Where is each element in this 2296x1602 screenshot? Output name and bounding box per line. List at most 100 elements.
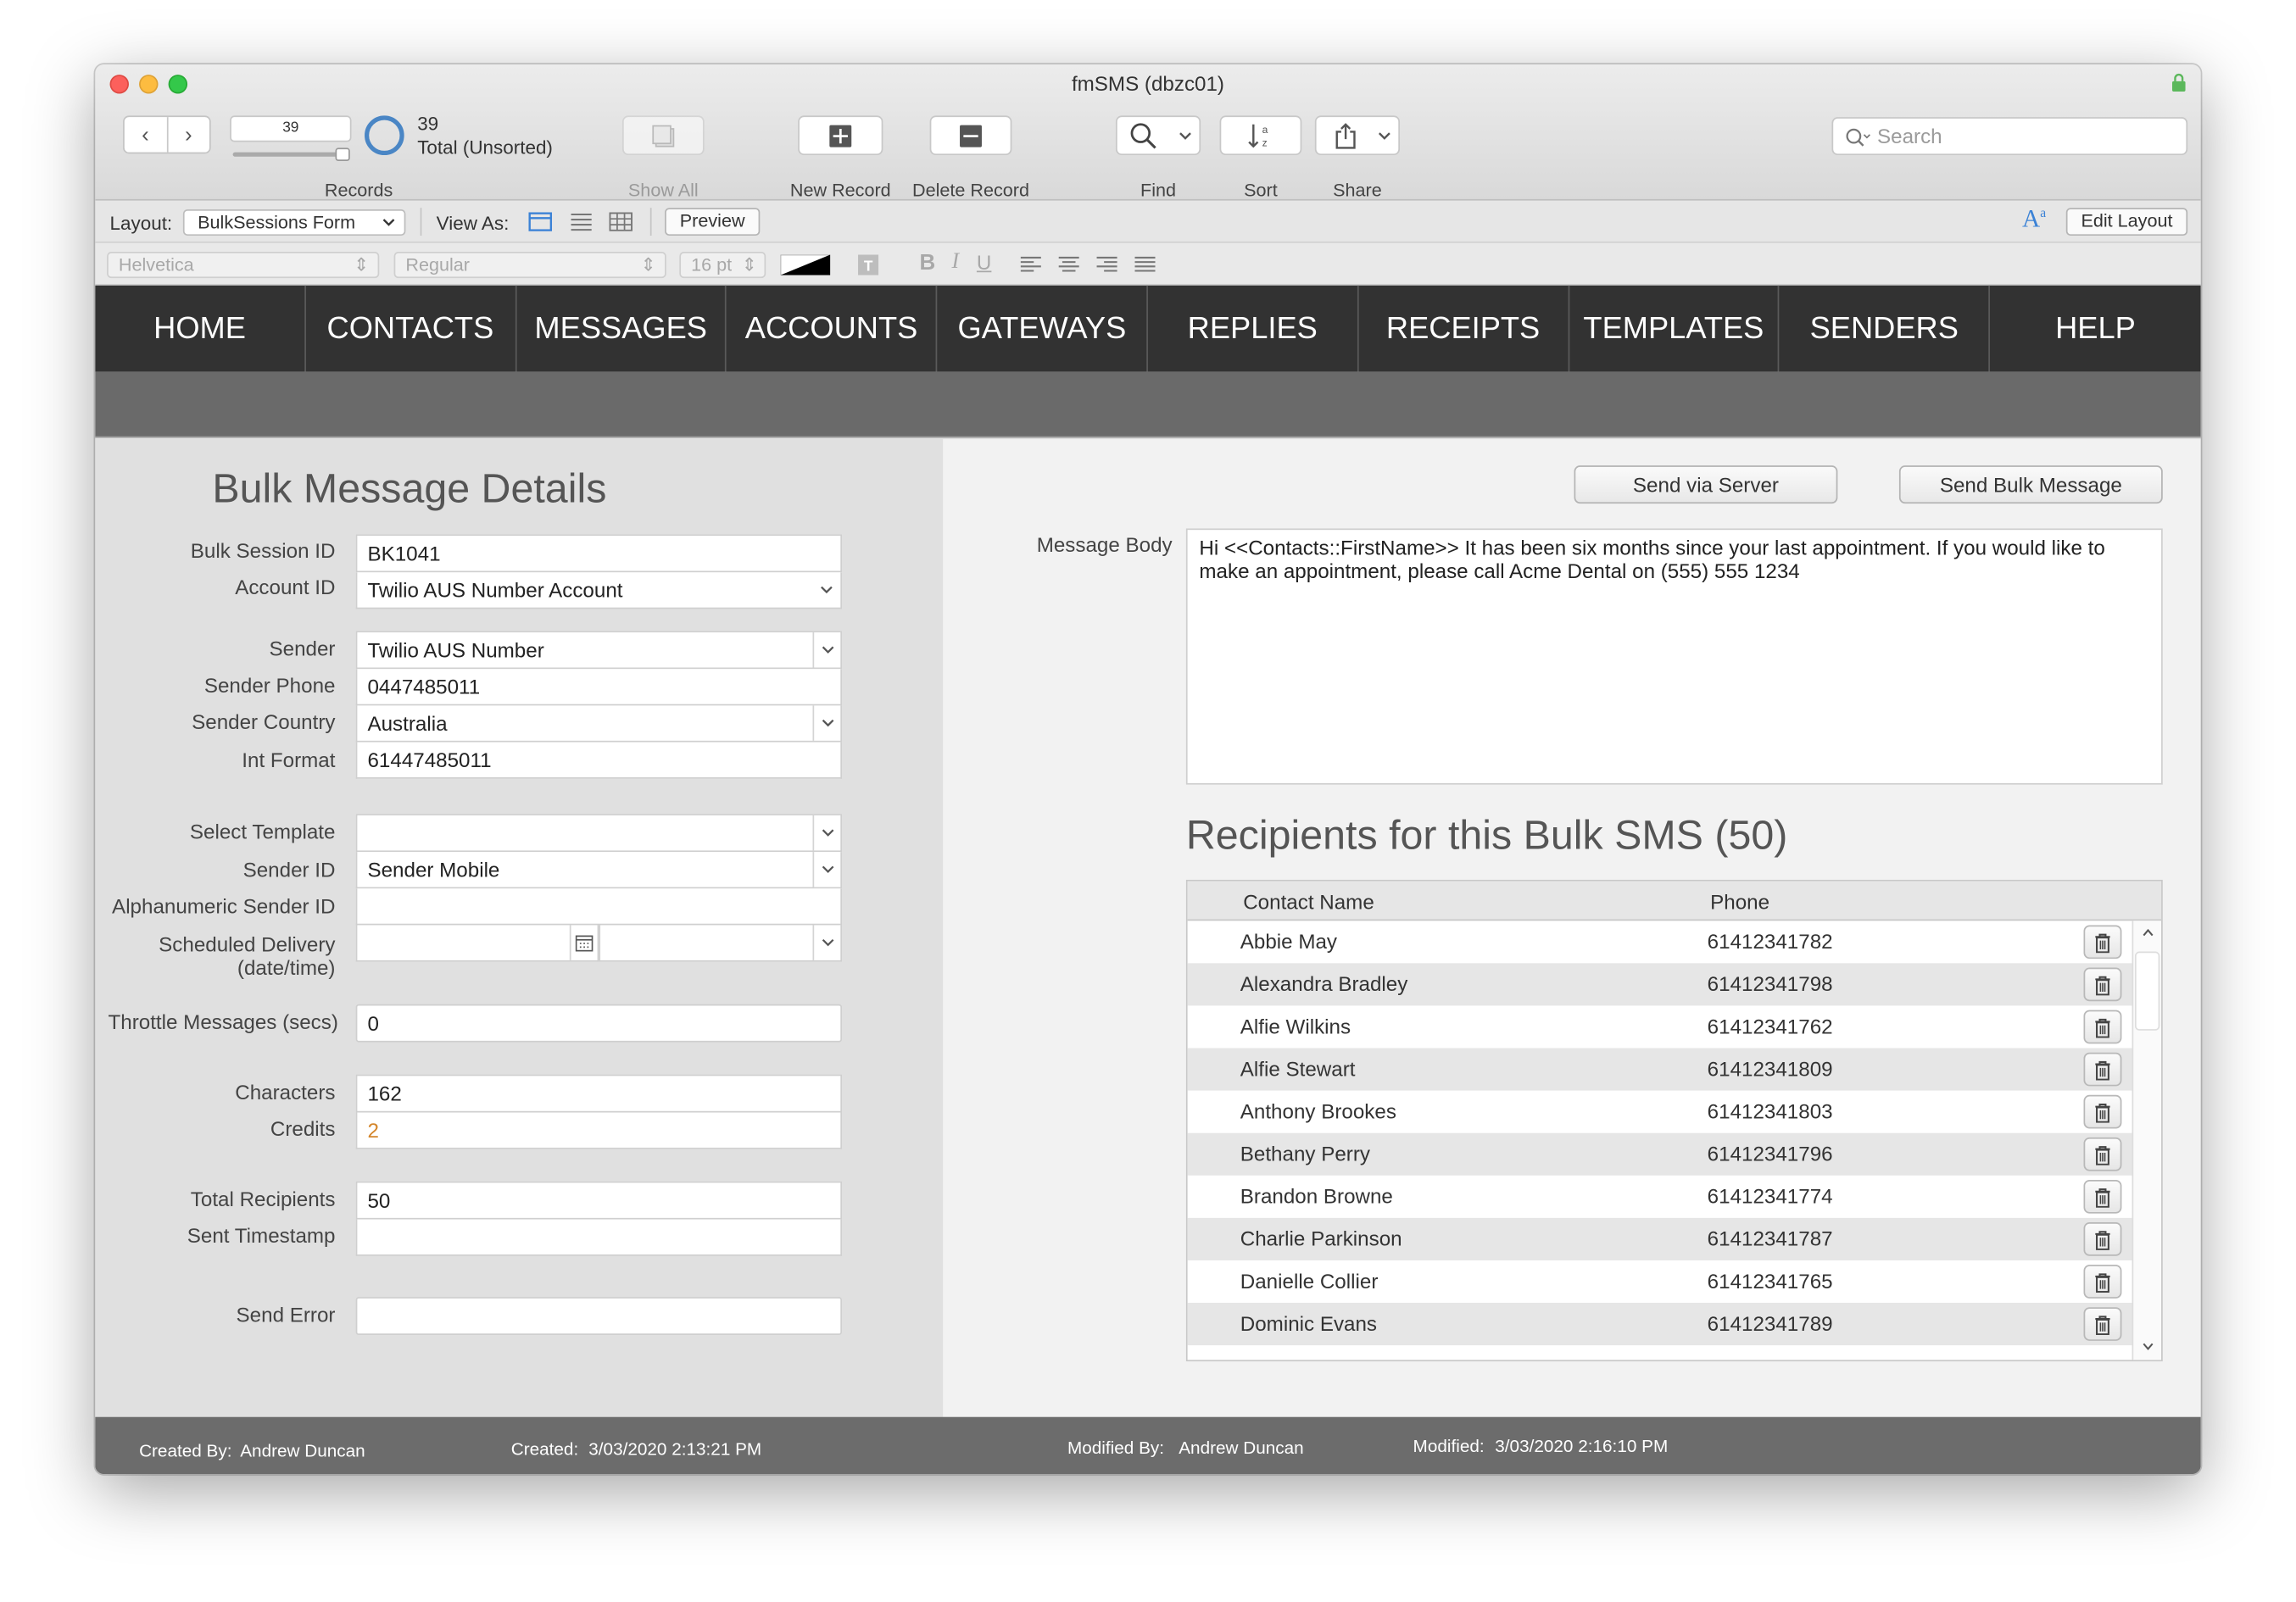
delete-recipient-button[interactable] — [2083, 1265, 2122, 1299]
format-bar: Helvetica ⇕ Regular ⇕ 16 pt ⇕ T B I U — [95, 242, 2201, 286]
next-record-button[interactable]: › — [166, 117, 209, 153]
nav-receipts[interactable]: RECEIPTS — [1358, 285, 1569, 372]
table-row[interactable]: Anthony Brookes 61412341803 — [1188, 1091, 2134, 1133]
recipients-scrollbar[interactable] — [2132, 921, 2162, 1360]
contact-name-cell: Bethany Perry — [1240, 1142, 1370, 1165]
align-left-icon[interactable] — [1020, 256, 1041, 272]
delete-recipient-button[interactable] — [2083, 1052, 2122, 1087]
record-slider-handle[interactable] — [335, 147, 350, 161]
font-select[interactable]: Helvetica ⇕ — [107, 252, 380, 279]
delete-record-button[interactable] — [929, 115, 1012, 156]
nav-replies[interactable]: REPLIES — [1148, 285, 1359, 372]
scroll-up-icon[interactable] — [2143, 928, 2154, 937]
preview-button[interactable]: Preview — [665, 208, 761, 236]
delete-recipient-button[interactable] — [2083, 1010, 2122, 1044]
sender-country-value: Australia — [367, 711, 448, 735]
scroll-down-icon[interactable] — [2143, 1343, 2154, 1351]
nav-contacts[interactable]: CONTACTS — [306, 285, 516, 372]
svg-text:a: a — [1262, 123, 1268, 135]
text-format-icon[interactable]: Aa — [2022, 205, 2046, 235]
delete-recipient-button[interactable] — [2083, 1179, 2122, 1214]
sub-navigation-bar — [95, 371, 2201, 438]
scroll-thumb[interactable] — [2134, 951, 2160, 1031]
table-row[interactable]: Alfie Stewart 61412341809 — [1187, 1048, 2134, 1091]
previous-record-button[interactable]: ‹ — [125, 117, 166, 152]
send-bulk-message-button[interactable]: Send Bulk Message — [1898, 465, 2163, 504]
nav-messages[interactable]: MESSAGES — [516, 285, 727, 372]
table-row[interactable]: Dominic Evans 61412341789 — [1187, 1303, 2134, 1346]
record-count: 39 — [417, 112, 439, 135]
show-all-button[interactable] — [621, 115, 705, 156]
table-row[interactable]: Alfie Wilkins 61412341762 — [1188, 1005, 2134, 1048]
alphanumeric-sender-id-field[interactable] — [355, 888, 843, 926]
form-view-icon[interactable] — [528, 212, 553, 231]
highlight-icon[interactable]: T — [858, 254, 879, 275]
calendar-icon[interactable] — [569, 925, 598, 960]
account-id-value: Twilio AUS Number Account — [367, 578, 623, 602]
delete-recipient-button[interactable] — [2083, 1137, 2122, 1171]
nav-gateways[interactable]: GATEWAYS — [938, 285, 1148, 372]
table-view-icon[interactable] — [609, 212, 633, 231]
send-via-server-button[interactable]: Send via Server — [1574, 465, 1838, 504]
delete-recipient-button[interactable] — [2083, 925, 2122, 960]
delete-recipient-button[interactable] — [2083, 1307, 2122, 1341]
account-id-select[interactable]: Twilio AUS Number Account — [355, 572, 843, 609]
sort-button[interactable]: az — [1219, 115, 1302, 156]
sort-icon: az — [1248, 123, 1268, 148]
message-body-field[interactable]: Hi <<Contacts::FirstName>> It has been s… — [1185, 528, 2163, 785]
created-by-value: Andrew Duncan — [240, 1440, 365, 1461]
throttle-field[interactable]: 0 — [355, 1004, 843, 1043]
nav-accounts[interactable]: ACCOUNTS — [727, 285, 938, 372]
delete-recipient-button[interactable] — [2083, 967, 2122, 1002]
int-format-field[interactable]: 61447485011 — [355, 742, 843, 779]
style-select[interactable]: Regular ⇕ — [393, 252, 666, 279]
italic-icon[interactable]: I — [952, 250, 960, 275]
main-navigation: HOME CONTACTS MESSAGES ACCOUNTS GATEWAYS… — [95, 285, 2201, 372]
nav-templates[interactable]: TEMPLATES — [1569, 285, 1780, 372]
layout-bar: Layout: BulkSessions Form View As: Previ… — [95, 198, 2201, 243]
delete-recipient-button[interactable] — [2083, 1094, 2122, 1129]
characters-field: 162 — [355, 1074, 843, 1113]
search-icon — [1846, 128, 1870, 147]
search-input[interactable]: Search — [1831, 117, 2188, 156]
sender-country-select[interactable]: Australia — [355, 705, 843, 743]
align-right-icon[interactable] — [1096, 256, 1117, 272]
sent-timestamp-label: Sent Timestamp — [187, 1223, 336, 1248]
delete-recipient-button[interactable] — [2083, 1222, 2122, 1256]
find-button[interactable] — [1115, 115, 1201, 156]
created-by-label: Created By: — [139, 1440, 232, 1461]
share-button[interactable] — [1314, 115, 1401, 156]
edit-layout-button[interactable]: Edit Layout — [2065, 208, 2188, 236]
table-row[interactable]: Bethany Perry 61412341796 — [1187, 1132, 2134, 1176]
bold-icon[interactable]: B — [920, 250, 936, 275]
nav-help[interactable]: HELP — [1990, 286, 2200, 372]
current-record-input[interactable]: 39 — [230, 115, 352, 142]
trash-icon — [2095, 975, 2110, 995]
sender-select[interactable]: Twilio AUS Number — [355, 631, 843, 670]
table-row[interactable]: Abbie May 61412341782 — [1188, 921, 2134, 963]
table-row[interactable]: Charlie Parkinson 61412341787 — [1187, 1217, 2134, 1260]
table-row[interactable]: Brandon Browne 61412341774 — [1188, 1176, 2134, 1218]
select-template-select[interactable] — [355, 814, 843, 853]
contact-name-cell: Charlie Parkinson — [1240, 1227, 1402, 1250]
scheduled-date-field[interactable] — [355, 925, 599, 962]
list-view-icon[interactable] — [570, 212, 594, 231]
record-slider-track[interactable] — [232, 152, 348, 157]
nav-home[interactable]: HOME — [95, 285, 306, 372]
layout-select[interactable]: BulkSessions Form — [182, 209, 406, 236]
bulk-session-id-field[interactable]: BK1041 — [355, 534, 843, 573]
nav-senders[interactable]: SENDERS — [1780, 285, 1991, 372]
new-record-button[interactable] — [798, 115, 883, 156]
trash-icon — [2095, 1272, 2110, 1293]
underline-icon[interactable]: U — [977, 250, 991, 274]
table-row[interactable]: Alexandra Bradley 61412341798 — [1187, 963, 2134, 1006]
sender-phone-field[interactable]: 0447485011 — [355, 669, 843, 706]
size-select[interactable]: 16 pt ⇕ — [679, 252, 766, 279]
sender-id-select[interactable]: Sender Mobile — [355, 852, 843, 889]
justify-icon[interactable] — [1134, 256, 1156, 272]
text-color-swatch-icon[interactable] — [780, 254, 831, 275]
scheduled-time-select[interactable] — [599, 925, 843, 962]
align-center-icon[interactable] — [1058, 256, 1079, 272]
trash-icon — [2095, 1315, 2110, 1335]
table-row[interactable]: Danielle Collier 61412341765 — [1188, 1260, 2134, 1303]
